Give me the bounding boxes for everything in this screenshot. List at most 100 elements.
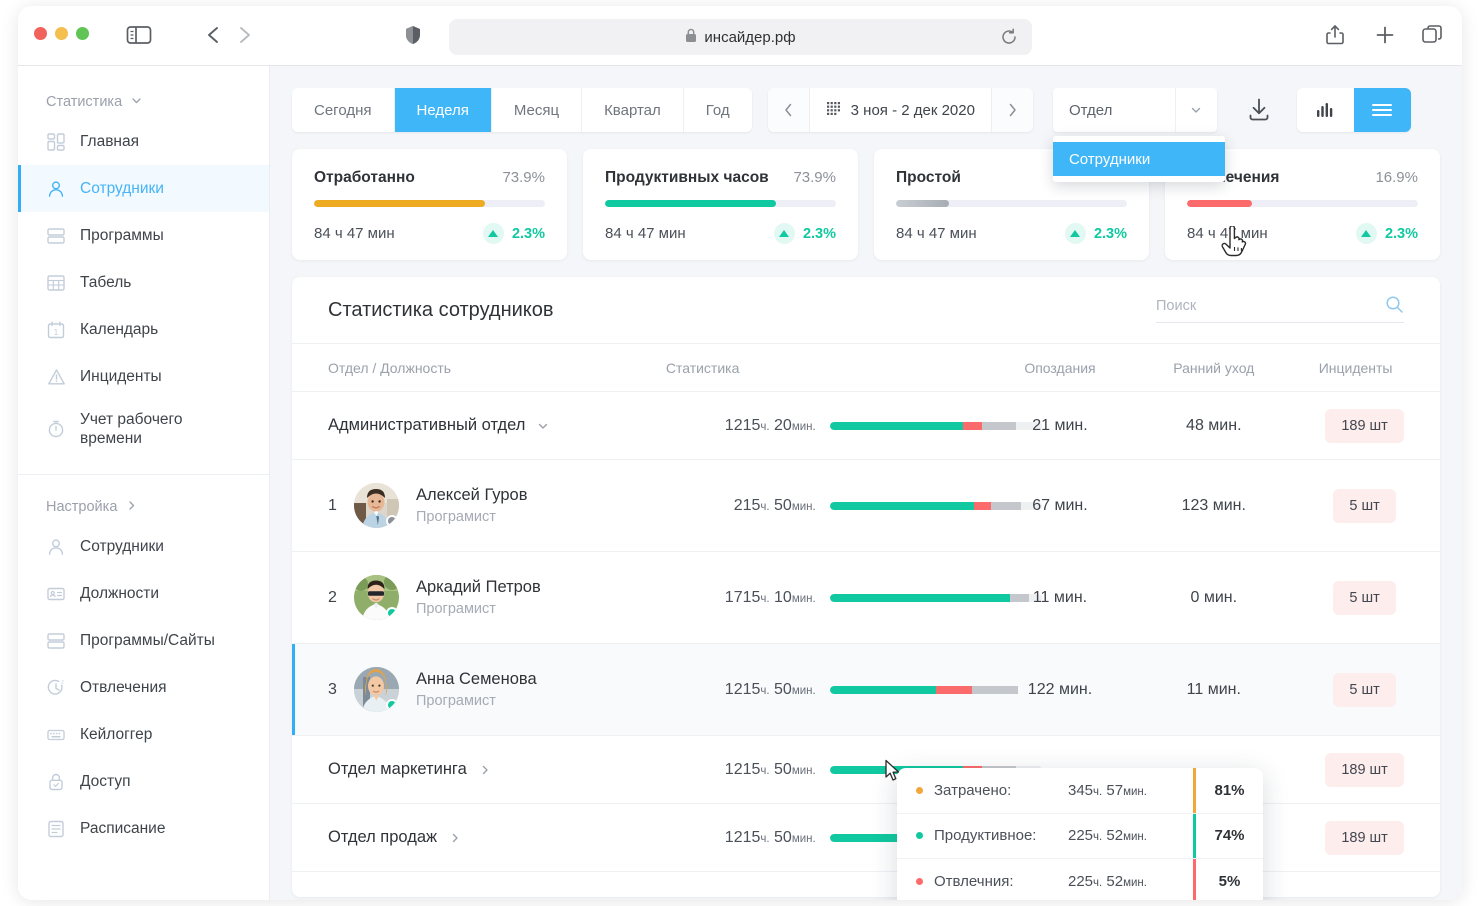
period-month[interactable]: Месяц [492, 88, 582, 132]
sidebar-item-raspisanie[interactable]: Расписание [18, 805, 269, 852]
cell-statistics-bar[interactable] [816, 460, 982, 552]
date-next-button[interactable] [991, 88, 1033, 132]
stat-bar[interactable] [830, 594, 1042, 602]
triangle-up-icon [774, 223, 795, 244]
time-hours-unit: ч. [760, 765, 769, 777]
table-row[interactable]: 2 [292, 552, 1440, 644]
cell-department[interactable]: Отдел продаж [292, 804, 650, 872]
date-range-value-group[interactable]: 3 ноя - 2 дек 2020 [810, 88, 991, 132]
cell-employee[interactable]: 3 [292, 644, 650, 736]
table-row[interactable]: 3 [292, 644, 1440, 736]
department-name: Отдел продаж [328, 828, 437, 847]
plus-icon[interactable] [1374, 23, 1396, 52]
close-window-button[interactable] [34, 27, 47, 40]
table-row[interactable]: Отдел маркетинга 1215ч. 50мин. [292, 736, 1440, 804]
main-content: Сегодня Неделя Месяц Квартал Год 3 ноя -… [270, 66, 1462, 900]
stat-bar[interactable] [830, 686, 1042, 694]
row-number: 2 [328, 589, 354, 607]
card-delta-value: 2.3% [512, 226, 545, 242]
status-badge: 5 шт [1333, 489, 1396, 523]
sidebar-item-sotrudniki[interactable]: Сотрудники [18, 165, 269, 212]
date-prev-button[interactable] [768, 88, 810, 132]
sidebar-item-dostup[interactable]: Доступ [18, 758, 269, 805]
table-row[interactable]: Административный отдел 1215ч. 20мин. [292, 392, 1440, 460]
user-icon [46, 537, 66, 557]
avatar[interactable] [354, 667, 399, 712]
cell-employee[interactable]: 1 [292, 460, 650, 552]
sidebar-item-label: Расписание [80, 819, 165, 838]
tooltip-row: Отвлечния: 225ч. 52мин. 5% [897, 859, 1263, 900]
maximize-window-button[interactable] [76, 27, 89, 40]
sidebar-group-settings-header[interactable]: Настройка [18, 491, 269, 523]
search-input[interactable] [1156, 298, 1404, 314]
bar-chart-icon[interactable] [1297, 88, 1354, 132]
cell-department[interactable]: Отдел маркетинга [292, 736, 650, 804]
cell-statistics-bar[interactable] [816, 552, 982, 644]
sidebar-group-statistics-header[interactable]: Статистика [18, 86, 269, 118]
sidebar-item-otvlecheniya[interactable]: z Отвлечения [18, 664, 269, 711]
tooltip-row: Затрачено: 345ч. 57мин. 81% [897, 768, 1263, 814]
period-week[interactable]: Неделя [395, 88, 492, 132]
avatar[interactable] [354, 483, 399, 528]
column-header-late[interactable]: Опоздания [982, 344, 1139, 392]
sidebar-item-programmy[interactable]: Программы [18, 212, 269, 259]
cell-statistics-bar[interactable] [816, 392, 982, 460]
chevron-down-icon[interactable] [1175, 88, 1217, 132]
share-icon[interactable] [1324, 23, 1346, 52]
table-row[interactable]: 1 [292, 460, 1440, 552]
table-row[interactable]: Отдел продаж 1215ч. 50мин. [292, 804, 1440, 872]
sidebar-toggle-icon[interactable] [126, 23, 152, 52]
time-minutes-unit: мин. [792, 421, 816, 433]
avatar[interactable] [354, 575, 399, 620]
tab-overview-icon[interactable] [1420, 23, 1444, 52]
chevron-right-icon[interactable] [449, 832, 461, 844]
forward-chevron-icon[interactable] [234, 23, 254, 52]
id-card-icon [46, 584, 66, 604]
sidebar-item-dolzhnosti[interactable]: Должности [18, 570, 269, 617]
user-icon [46, 179, 66, 199]
employee-statistics-table: Отдел / Должность Статистика Опоздания Р… [292, 344, 1440, 872]
card-delta: 2.3% [1065, 223, 1127, 244]
cell-statistics-bar[interactable] [816, 644, 982, 736]
search-icon[interactable] [1385, 295, 1404, 319]
cell-department[interactable]: Административный отдел [292, 392, 650, 460]
status-badge: 5 шт [1333, 581, 1396, 615]
chevron-down-icon[interactable] [537, 420, 549, 432]
column-header-incidents[interactable]: Инциденты [1289, 344, 1440, 392]
sidebar-item-glavnaya[interactable]: Главная [18, 118, 269, 165]
period-year[interactable]: Год [684, 88, 752, 132]
sidebar-item-kejlogger[interactable]: Кейлоггер [18, 711, 269, 758]
sidebar-item-tabel[interactable]: Табель [18, 259, 269, 306]
cell-employee[interactable]: 2 [292, 552, 650, 644]
period-today[interactable]: Сегодня [292, 88, 395, 132]
back-chevron-icon[interactable] [204, 23, 224, 52]
sidebar-item-uchet-rabochego-vremeni[interactable]: Учет рабочего времени [18, 400, 269, 458]
department-option-sotrudniki[interactable]: Сотрудники [1053, 142, 1225, 176]
sidebar-item-settings-sotrudniki[interactable]: Сотрудники [18, 523, 269, 570]
department-select-head[interactable]: Отдел [1053, 88, 1217, 132]
sidebar-divider [18, 474, 269, 475]
sidebar-item-programmy-sajty[interactable]: Программы/Сайты [18, 617, 269, 664]
chevron-right-icon[interactable] [479, 764, 491, 776]
shield-icon[interactable] [403, 23, 423, 52]
search-field[interactable] [1156, 297, 1404, 323]
sidebar-item-kalendar[interactable]: 1 Календарь [18, 306, 269, 353]
period-quarter[interactable]: Квартал [582, 88, 684, 132]
column-header-statistics[interactable]: Статистика [650, 344, 982, 392]
stat-bar[interactable] [830, 502, 1042, 510]
list-view-icon[interactable] [1354, 88, 1411, 132]
time-hours-unit: ч. [760, 421, 769, 433]
tooltip-label: Продуктивное: [934, 827, 1062, 844]
employee-role: Програмист [416, 693, 537, 709]
card-progress-fill [605, 200, 776, 207]
minimize-window-button[interactable] [55, 27, 68, 40]
tooltip-value: 345ч. 57мин. [1062, 782, 1193, 799]
stat-bar[interactable] [830, 422, 1042, 430]
download-icon[interactable] [1247, 97, 1271, 123]
address-bar[interactable]: инсайдер.рф [449, 19, 1032, 55]
reload-icon[interactable] [1000, 28, 1018, 51]
column-header-department[interactable]: Отдел / Должность [292, 344, 650, 392]
column-header-early-leave[interactable]: Ранний уход [1138, 344, 1289, 392]
sidebar-item-incidenty[interactable]: Инциденты [18, 353, 269, 400]
date-range-picker: 3 ноя - 2 дек 2020 [768, 88, 1033, 132]
